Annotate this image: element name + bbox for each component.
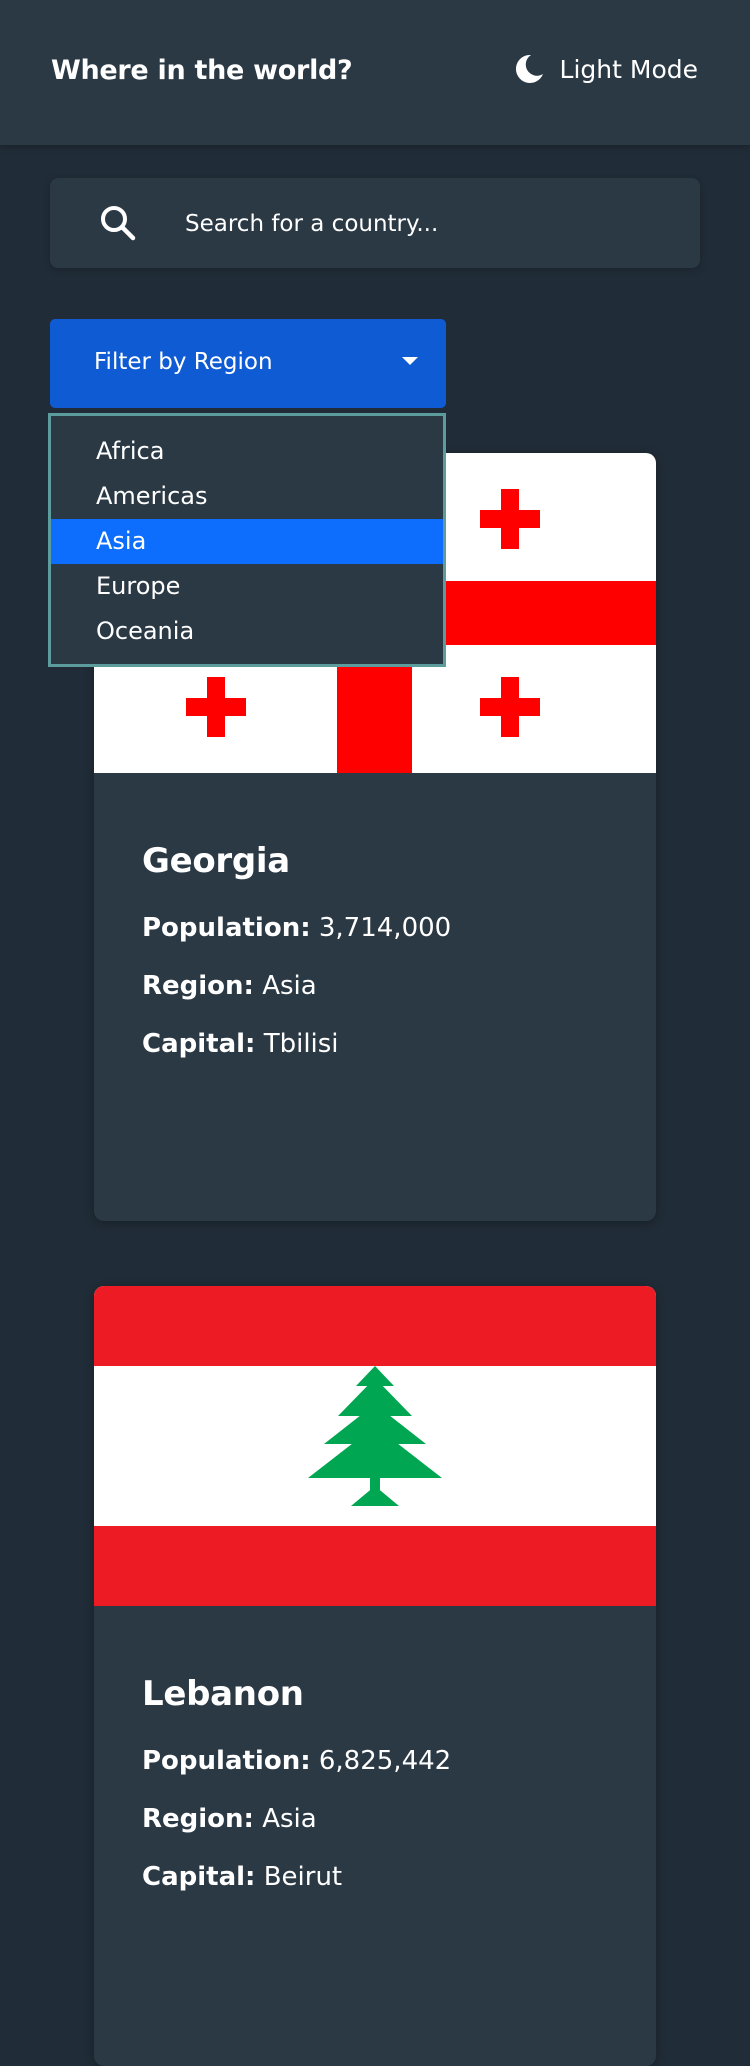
population-stat: Population: 3,714,000 bbox=[142, 911, 626, 945]
population-stat: Population: 6,825,442 bbox=[142, 1744, 626, 1778]
country-card-body: Georgia Population: 3,714,000 Region: As… bbox=[142, 841, 626, 1085]
header: Where in the world? Light Mode bbox=[0, 0, 750, 145]
country-card-lebanon[interactable]: Lebanon Population: 6,825,442 Region: As… bbox=[94, 1286, 656, 2066]
moon-icon bbox=[515, 54, 543, 83]
region-option-africa[interactable]: Africa bbox=[51, 429, 443, 474]
search-bar bbox=[50, 178, 700, 270]
country-name: Lebanon bbox=[142, 1674, 304, 1714]
country-card-body: Lebanon Population: 6,825,442 Region: As… bbox=[142, 1674, 626, 1918]
region-label: Region: bbox=[142, 971, 254, 1001]
search-input[interactable] bbox=[183, 178, 667, 270]
capital-value: Beirut bbox=[263, 1862, 343, 1892]
search-icon bbox=[101, 206, 136, 241]
region-filter-label: Filter by Region bbox=[94, 349, 273, 375]
capital-stat: Capital: Tbilisi bbox=[142, 1027, 626, 1061]
region-value: Asia bbox=[262, 971, 317, 1001]
population-value: 3,714,000 bbox=[318, 913, 452, 943]
capital-stat: Capital: Beirut bbox=[142, 1860, 626, 1894]
region-label: Region: bbox=[142, 1804, 254, 1834]
region-option-europe[interactable]: Europe bbox=[51, 564, 443, 609]
capital-label: Capital: bbox=[142, 1029, 256, 1059]
theme-toggle-label: Light Mode bbox=[559, 54, 698, 84]
capital-label: Capital: bbox=[142, 1862, 256, 1892]
region-stat: Region: Asia bbox=[142, 969, 626, 1003]
region-value: Asia bbox=[262, 1804, 317, 1834]
caret-down-icon bbox=[402, 357, 418, 365]
population-value: 6,825,442 bbox=[318, 1746, 452, 1776]
region-option-americas[interactable]: Americas bbox=[51, 474, 443, 519]
region-filter-select[interactable]: Filter by Region bbox=[50, 319, 446, 408]
capital-value: Tbilisi bbox=[263, 1029, 339, 1059]
country-name: Georgia bbox=[142, 841, 290, 881]
population-label: Population: bbox=[142, 1746, 311, 1776]
region-dropdown-menu: Africa Americas Asia Europe Oceania bbox=[48, 413, 446, 667]
region-option-oceania[interactable]: Oceania bbox=[51, 609, 443, 654]
theme-toggle-button[interactable]: Light Mode bbox=[512, 52, 698, 86]
population-label: Population: bbox=[142, 913, 311, 943]
lebanon-flag-image bbox=[94, 1286, 656, 1606]
region-stat: Region: Asia bbox=[142, 1802, 626, 1836]
region-option-asia[interactable]: Asia bbox=[51, 519, 443, 564]
app-title: Where in the world? bbox=[51, 55, 353, 86]
